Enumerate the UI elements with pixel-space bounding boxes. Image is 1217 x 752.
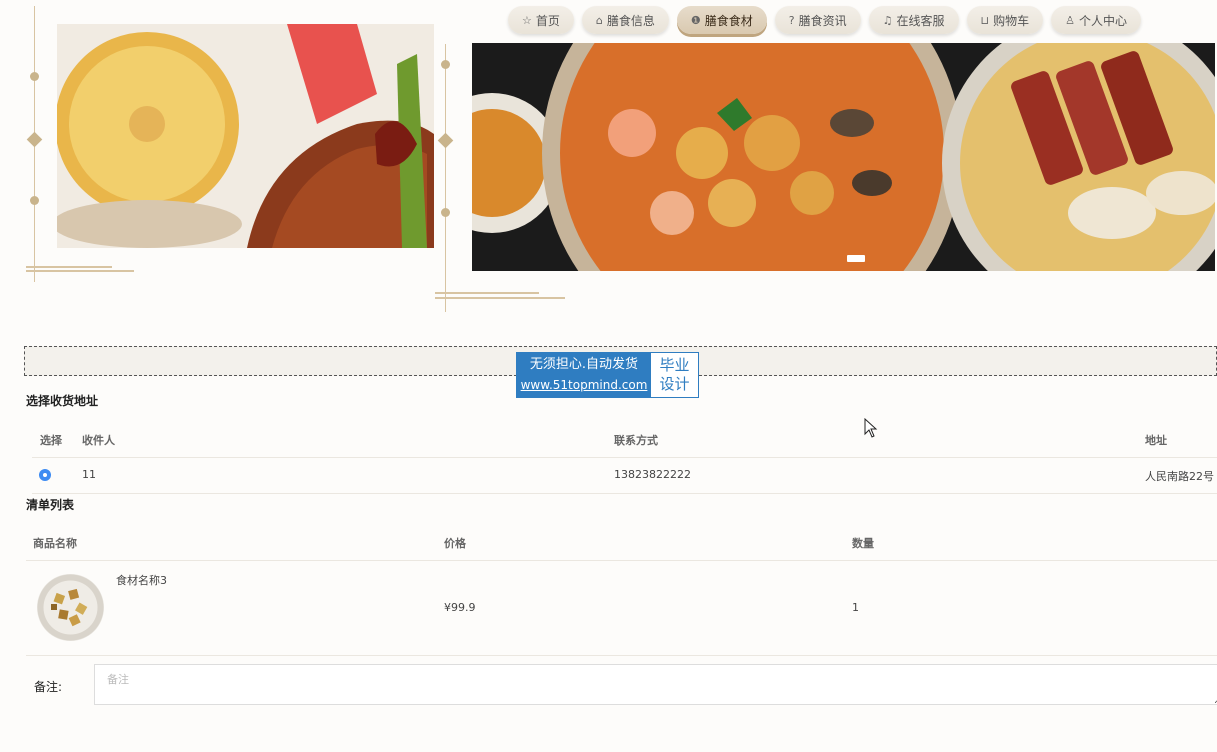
food-image-left: [57, 24, 434, 248]
watermark-text: 无须担心.自动发货 www.51topmind.com: [517, 353, 651, 397]
col-header-receiver: 收件人: [82, 434, 115, 447]
nav-label: 购物车: [993, 13, 1030, 28]
nav-label: 首页: [535, 13, 560, 28]
nav-item-cart[interactable]: ⊔ 购物车: [966, 6, 1044, 34]
decor-vline-mid: [445, 44, 446, 312]
divider: [32, 493, 1217, 494]
order-list-title: 清单列表: [26, 498, 75, 512]
nav-label: 膳食食材: [704, 13, 753, 28]
headset-icon: ♫: [882, 13, 893, 27]
note-input[interactable]: [94, 664, 1217, 705]
watermark-side: 毕业 设计: [651, 353, 698, 397]
nav-item-home[interactable]: ☆ 首页: [508, 6, 574, 34]
decor-dot: [441, 208, 450, 217]
product-qty: 1: [852, 601, 859, 614]
address-text: 人民南路22号: [1145, 470, 1214, 483]
nav-label: 个人中心: [1079, 13, 1128, 28]
nav-label: 在线客服: [896, 13, 945, 28]
decor-hline: [435, 297, 565, 299]
nav-item-ingredients[interactable]: ❶ 膳食食材: [676, 6, 767, 34]
nav-item-support[interactable]: ♫ 在线客服: [868, 6, 959, 34]
food-image-banner: [472, 43, 1215, 271]
nav-item-meal-info[interactable]: ⌂ 膳食信息: [581, 6, 669, 34]
product-thumbnail: [37, 574, 104, 641]
watermark-side-1: 毕业: [659, 356, 690, 374]
address-contact: 13823822222: [614, 468, 691, 481]
col-header-product: 商品名称: [33, 537, 77, 550]
divider: [26, 655, 1217, 656]
top-nav: ☆ 首页 ⌂ 膳食信息 ❶ 膳食食材 ? 膳食资讯 ♫ 在线客服 ⊔ 购物车 ♙…: [508, 6, 1142, 36]
watermark-line: 无须担心.自动发货: [529, 357, 639, 372]
product-price: ¥99.9: [444, 601, 476, 614]
product-name: 食材名称3: [116, 574, 167, 587]
decor-dot: [441, 60, 450, 69]
decor-hline: [26, 266, 112, 268]
user-icon: ♙: [1065, 13, 1076, 27]
col-header-address: 地址: [1145, 434, 1167, 447]
note-label: 备注:: [34, 680, 63, 694]
bag-icon: ⌂: [595, 13, 603, 27]
col-header-qty: 数量: [852, 537, 874, 550]
address-receiver: 11: [82, 468, 96, 481]
nav-item-news[interactable]: ? 膳食资讯: [774, 6, 861, 34]
watermark-side-2: 设计: [659, 375, 690, 393]
nav-label: 膳食信息: [606, 13, 655, 28]
info-icon: ❶: [690, 13, 701, 27]
col-header-contact: 联系方式: [614, 434, 658, 447]
watermark-badge: 无须担心.自动发货 www.51topmind.com 毕业 设计: [516, 352, 699, 398]
carousel-indicator[interactable]: [847, 255, 865, 262]
watermark-url: www.51topmind.com: [520, 378, 648, 392]
question-icon: ?: [788, 13, 795, 27]
divider: [26, 560, 1217, 561]
col-header-price: 价格: [444, 537, 466, 550]
star-icon: ☆: [522, 13, 532, 27]
decor-dot: [30, 72, 39, 81]
mouse-cursor-icon: [864, 418, 878, 438]
address-radio[interactable]: [39, 469, 51, 481]
cart-icon: ⊔: [980, 13, 990, 27]
divider: [32, 457, 1217, 458]
address-section-title: 选择收货地址: [26, 394, 99, 408]
col-header-select: 选择: [40, 434, 62, 447]
decor-diamond: [437, 132, 454, 149]
nav-label: 膳食资讯: [798, 13, 847, 28]
decor-diamond: [26, 131, 43, 148]
decor-hline: [435, 292, 539, 294]
nav-item-profile[interactable]: ♙ 个人中心: [1051, 6, 1142, 34]
decor-hline: [26, 270, 134, 272]
decor-dot: [30, 196, 39, 205]
